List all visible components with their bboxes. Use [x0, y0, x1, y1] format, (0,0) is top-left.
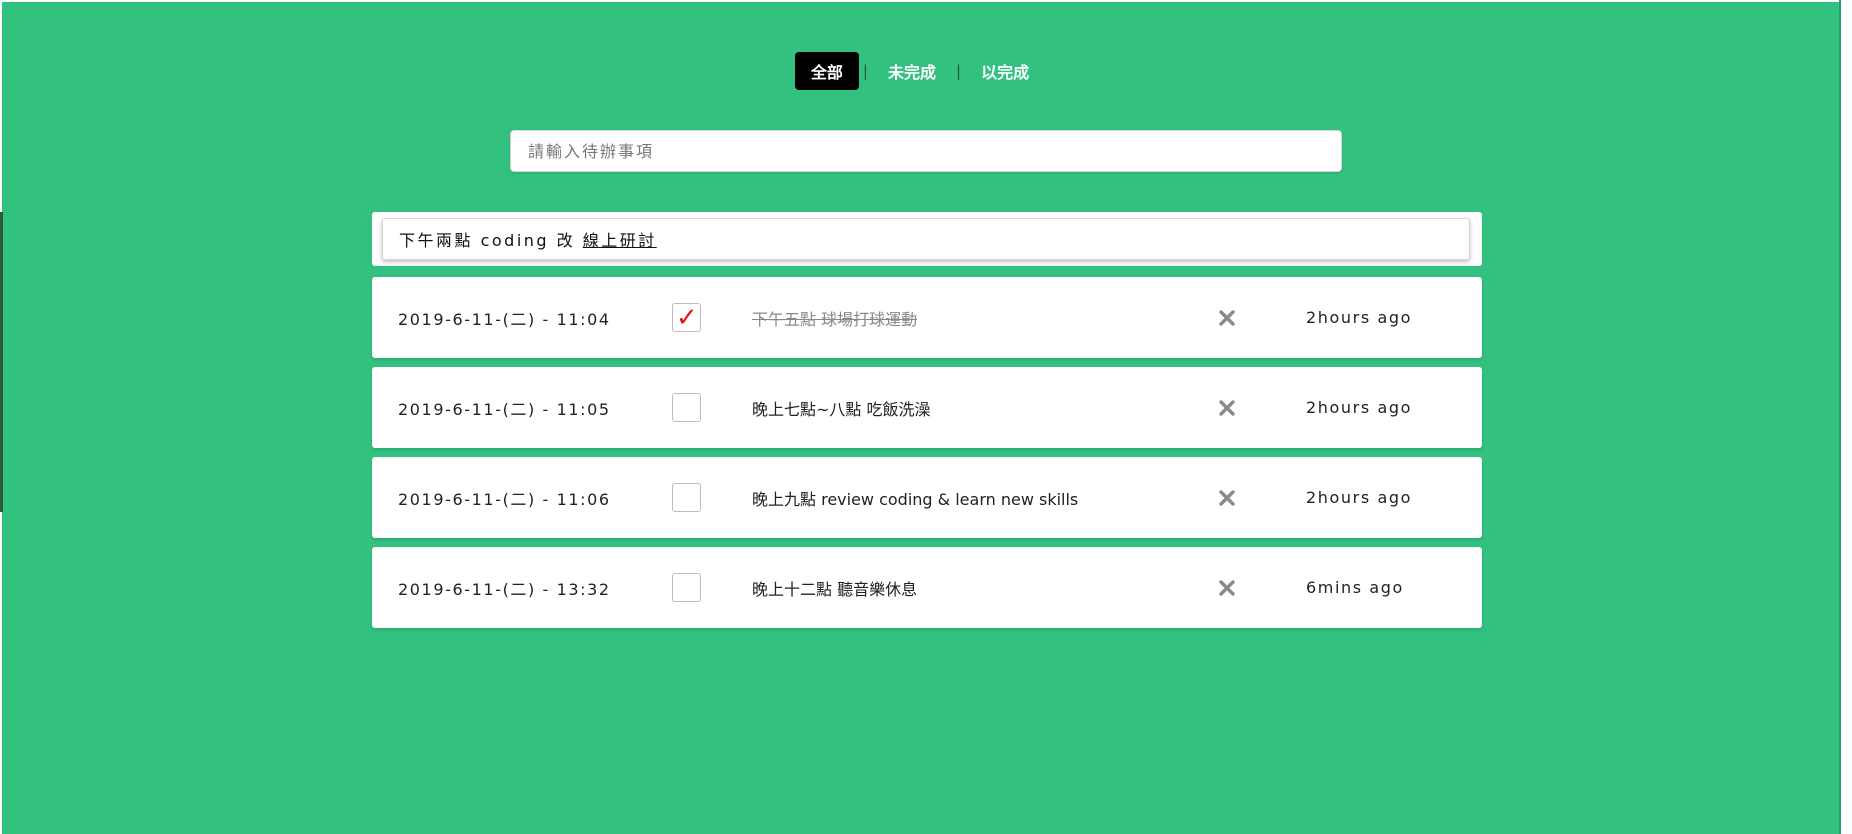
- close-icon: [1219, 310, 1235, 326]
- todo-title[interactable]: 晚上七點~八點 吃飯洗澡: [752, 367, 931, 448]
- edit-text: 下午兩點 coding 改: [399, 231, 583, 250]
- todo-date: 2019-6-11-(二) - 11:05: [398, 399, 611, 419]
- edit-todo-input[interactable]: 下午兩點 coding 改 線上研討: [382, 218, 1470, 260]
- close-icon: [1219, 580, 1235, 596]
- todo-time-ago: 2hours ago: [1306, 398, 1412, 417]
- delete-todo-button[interactable]: [1216, 397, 1238, 419]
- delete-todo-button[interactable]: [1216, 307, 1238, 329]
- todo-item: 2019-6-11-(二) - 11:06 晚上九點 review coding …: [372, 457, 1482, 538]
- todo-time-ago: 2hours ago: [1306, 488, 1412, 507]
- todo-title[interactable]: 下午五點 球場打球運動: [752, 277, 917, 358]
- todo-item: 2019-6-11-(二) - 11:05 晚上七點~八點 吃飯洗澡 2hours …: [372, 367, 1482, 448]
- delete-todo-button[interactable]: [1216, 577, 1238, 599]
- tab-active[interactable]: 未完成: [872, 52, 952, 90]
- todo-date: 2019-6-11-(二) - 11:04: [398, 309, 611, 329]
- delete-todo-button[interactable]: [1216, 487, 1238, 509]
- todo-date: 2019-6-11-(二) - 11:06: [398, 489, 611, 509]
- todo-checkbox[interactable]: [672, 393, 701, 422]
- checkmark-icon: ✓: [676, 303, 698, 333]
- new-todo-input[interactable]: [510, 130, 1342, 172]
- tab-all[interactable]: 全部: [794, 52, 859, 90]
- filter-tabs: 全部 | 未完成 | 以完成: [0, 51, 1846, 91]
- todo-checkbox[interactable]: ✓: [672, 303, 701, 333]
- todo-checkbox[interactable]: [672, 483, 701, 512]
- todo-item: 2019-6-11-(二) - 13:32 晚上十二點 聽音樂休息 6mins ag…: [372, 547, 1482, 628]
- edit-text-composing: 線上研討: [582, 231, 657, 250]
- todo-item: 2019-6-11-(二) - 11:04 ✓ 下午五點 球場打球運動 2hours …: [372, 277, 1482, 358]
- todo-title[interactable]: 晚上十二點 聽音樂休息: [752, 547, 917, 628]
- close-icon: [1219, 490, 1235, 506]
- scrollbar-divider: [1839, 0, 1841, 834]
- tab-separator: |: [956, 62, 962, 80]
- todo-time-ago: 2hours ago: [1306, 308, 1412, 327]
- todo-checkbox[interactable]: [672, 573, 701, 602]
- todo-time-ago: 6mins ago: [1306, 578, 1404, 597]
- todo-title[interactable]: 晚上九點 review coding & learn new skills: [752, 457, 1078, 538]
- window-edge-strip: [0, 212, 3, 512]
- tab-separator: |: [862, 62, 868, 80]
- editing-todo-card: 下午兩點 coding 改 線上研討: [372, 212, 1482, 266]
- todo-date: 2019-6-11-(二) - 13:32: [398, 579, 611, 599]
- tab-completed[interactable]: 以完成: [965, 52, 1045, 90]
- close-icon: [1219, 400, 1235, 416]
